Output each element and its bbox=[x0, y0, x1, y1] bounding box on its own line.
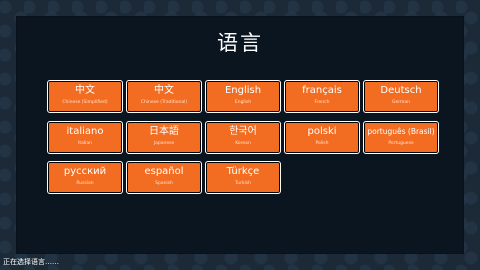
language-english-name: Chinese (Simplified) bbox=[62, 100, 108, 105]
language-button-french[interactable]: français French bbox=[284, 80, 360, 113]
page-title: 语言 bbox=[217, 31, 263, 55]
language-english-name: Chinese (Traditional) bbox=[140, 100, 188, 105]
language-button-korean[interactable]: 한국어 Korean bbox=[205, 121, 281, 154]
language-button-english[interactable]: English English bbox=[205, 80, 281, 113]
language-name: 中文 bbox=[75, 85, 95, 96]
language-name: polski bbox=[307, 126, 337, 137]
language-name: português (Brasil) bbox=[367, 127, 435, 136]
language-name: italiano bbox=[66, 126, 104, 137]
language-button-german[interactable]: Deutsch German bbox=[363, 80, 439, 113]
language-english-name: Turkish bbox=[235, 181, 251, 186]
language-english-name: Spanish bbox=[155, 181, 173, 186]
language-english-name: German bbox=[391, 100, 411, 105]
language-english-name: English bbox=[234, 100, 252, 105]
language-button-polish[interactable]: polski Polish bbox=[284, 121, 360, 154]
language-english-name: French bbox=[314, 100, 330, 105]
language-button-turkish[interactable]: Türkçe Turkish bbox=[205, 161, 281, 194]
language-name: français bbox=[302, 85, 342, 96]
language-button-spanish[interactable]: español Spanish bbox=[126, 161, 202, 194]
language-english-name: Japanese bbox=[153, 141, 175, 146]
language-button-japanese[interactable]: 日本語 Japanese bbox=[126, 121, 202, 154]
language-button-chinese-simplified[interactable]: 中文 Chinese (Simplified) bbox=[47, 80, 123, 113]
status-text: 正在选择语言…… bbox=[3, 258, 59, 266]
language-name: 한국어 bbox=[229, 126, 257, 137]
language-name: Türkçe bbox=[226, 166, 260, 177]
language-button-russian[interactable]: русский Russian bbox=[47, 161, 123, 194]
language-name: 中文 bbox=[154, 85, 174, 96]
language-button-italian[interactable]: italiano Italian bbox=[47, 121, 123, 154]
language-name: English bbox=[224, 85, 262, 96]
language-name: Deutsch bbox=[380, 85, 422, 96]
language-english-name: Polish bbox=[315, 141, 329, 146]
language-english-name: Italian bbox=[78, 141, 92, 146]
language-name: español bbox=[144, 166, 184, 177]
language-button-portuguese-brazil[interactable]: português (Brasil) Portuguese bbox=[363, 121, 439, 154]
language-english-name: Korean bbox=[235, 141, 251, 146]
language-name: 日本語 bbox=[149, 126, 179, 137]
language-name: русский bbox=[63, 166, 107, 177]
language-button-chinese-traditional[interactable]: 中文 Chinese (Traditional) bbox=[126, 80, 202, 113]
language-english-name: Portuguese bbox=[388, 141, 414, 146]
language-english-name: Russian bbox=[76, 181, 94, 186]
